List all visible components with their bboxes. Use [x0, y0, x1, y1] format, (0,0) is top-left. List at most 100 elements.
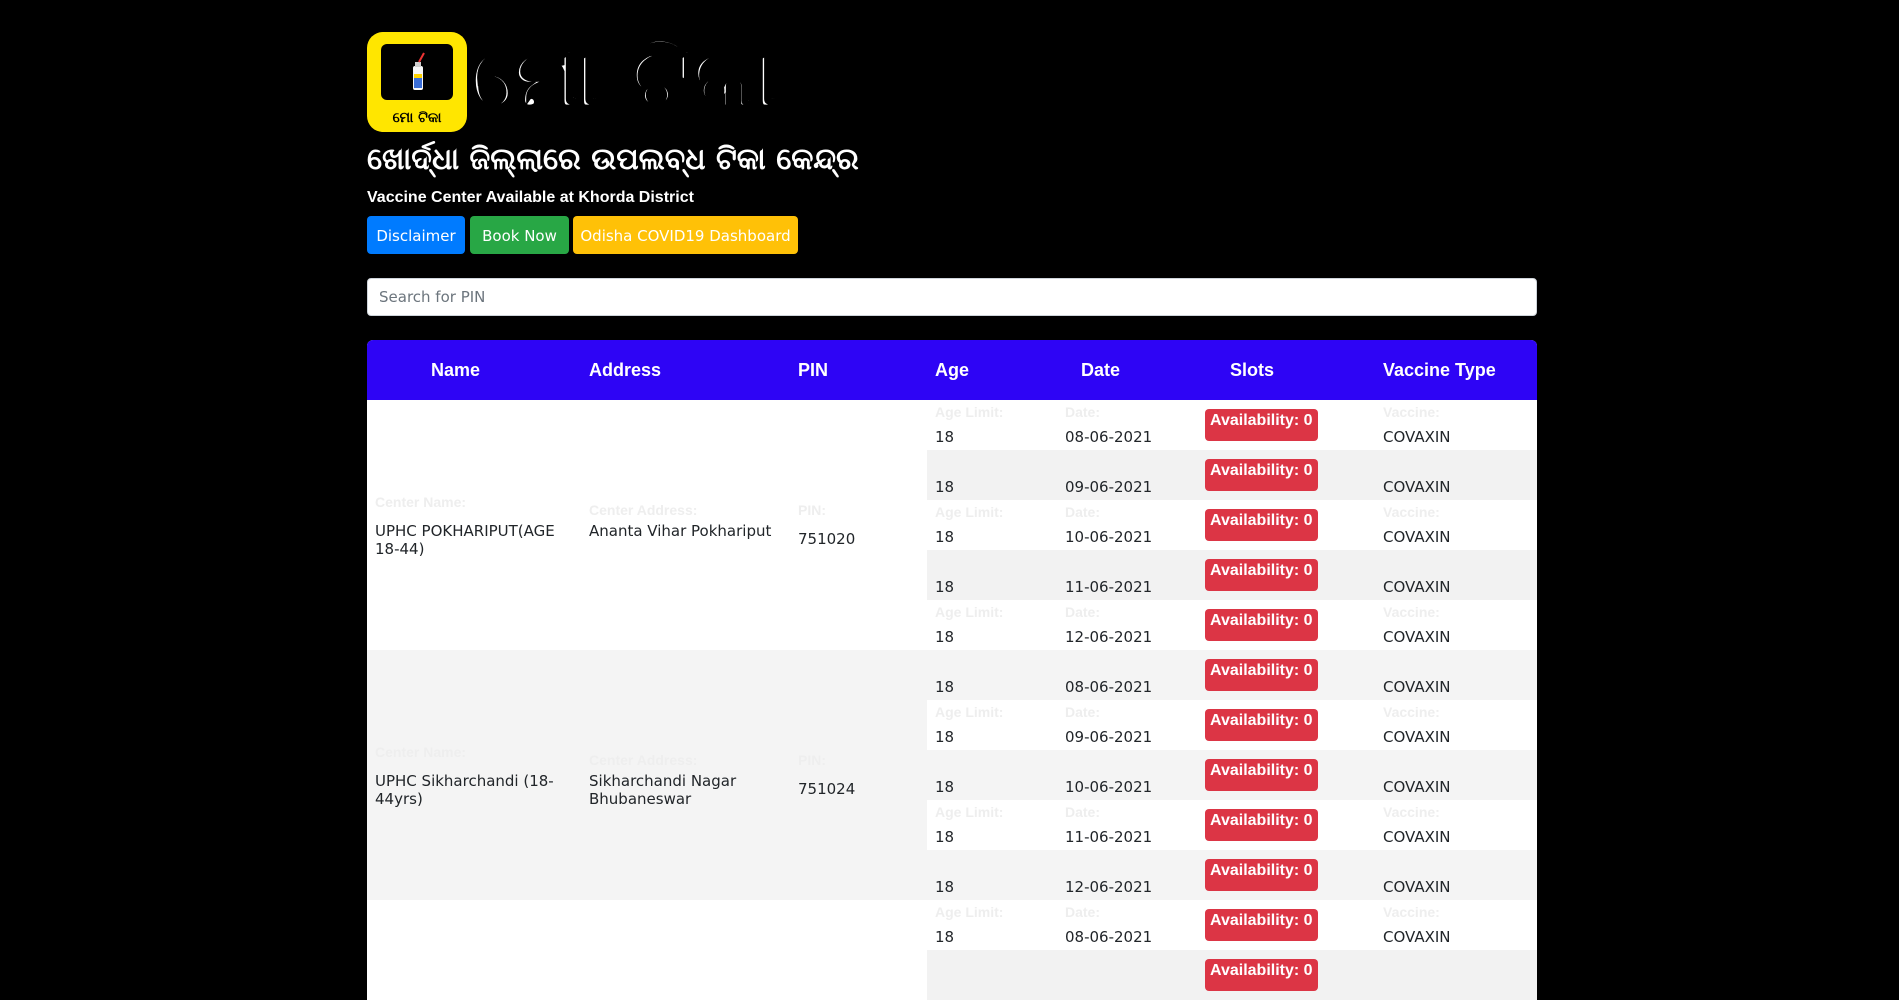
session-vaccine: COVAXIN: [1383, 828, 1451, 846]
page-subtitle-odia: ଖୋର୍ଦ୍ଧା ଜିଲ୍ଲାରେ ଉପଲବ୍ଧ ଟିକା କେନ୍ଦ୍ର: [367, 142, 859, 177]
vaccine-label: Vaccine:: [1383, 604, 1440, 620]
vaccine-label: Vaccine:: [1383, 404, 1440, 420]
availability-badge: Availability: 0: [1205, 959, 1318, 991]
age-limit-label: Age Limit:: [935, 504, 1004, 520]
age-limit-label: Age Limit:: [935, 704, 1004, 720]
col-header-pin[interactable]: PIN: [798, 340, 828, 400]
vaccine-vial-icon: [413, 52, 425, 90]
session-date: 10-06-2021: [1065, 778, 1153, 796]
session-vaccine: COVAXIN: [1383, 478, 1451, 496]
session-row: 18 12-06-2021 COVAXIN Availability: 0: [927, 850, 1537, 900]
session-row: Age Limit: Date: Vaccine: 18 08-06-2021 COVAX…: [927, 400, 1537, 450]
availability-badge: Availability: 0: [1205, 809, 1318, 841]
session-age: 18: [935, 878, 955, 896]
col-header-name[interactable]: Name: [431, 340, 480, 400]
book-now-button[interactable]: Book Now: [470, 216, 569, 254]
col-header-age[interactable]: Age: [935, 340, 969, 400]
session-row: 18 11-06-2021 COVAXIN Availability: 0: [927, 550, 1537, 600]
age-limit-label: Age Limit:: [935, 604, 1004, 620]
center-pin: 751024: [798, 780, 856, 798]
availability-badge: Availability: 0: [1205, 909, 1318, 941]
page-subtitle-english: Vaccine Center Available at Khorda Distr…: [367, 189, 694, 206]
table-row: Center Name: UPHC POKHARIPUT(AGE 18-44) Ce…: [367, 400, 1537, 650]
vaccine-label: Vaccine:: [1383, 704, 1440, 720]
center-address-label: Center Address:: [589, 752, 698, 768]
session-row: Age Limit: Date: Vaccine: 18 08-06-2021 COVAX…: [927, 900, 1537, 950]
session-date: 08-06-2021: [1065, 428, 1153, 446]
session-vaccine: COVAXIN: [1383, 728, 1451, 746]
session-row: 18 09-06-2021 COVAXIN Availability: 0: [927, 450, 1537, 500]
session-row: 18 10-06-2021 COVAXIN Availability: 0: [927, 750, 1537, 800]
availability-badge: Availability: 0: [1205, 459, 1318, 491]
vaccine-label: Vaccine:: [1383, 504, 1440, 520]
table-header: Name Address PIN Age Date Slots Vaccine …: [367, 340, 1537, 400]
date-label: Date:: [1065, 804, 1101, 820]
session-age: 18: [935, 728, 955, 746]
pin-label: PIN:: [798, 502, 826, 518]
app-title: ମୋ ଟିକା: [469, 27, 778, 129]
availability-badge: Availability: 0: [1205, 509, 1318, 541]
disclaimer-button[interactable]: Disclaimer: [367, 216, 465, 254]
table-row: Center Name: UPHC Sikharchandi (18-44yrs)…: [367, 650, 1537, 900]
date-label: Date:: [1065, 904, 1101, 920]
date-label: Date:: [1065, 404, 1101, 420]
logo-badge: [381, 44, 453, 100]
date-label: Date:: [1065, 504, 1101, 520]
vaccine-label: Vaccine:: [1383, 904, 1440, 920]
age-limit-label: Age Limit:: [935, 804, 1004, 820]
session-row: Availability: 0: [927, 950, 1537, 1000]
session-age: 18: [935, 778, 955, 796]
pin-search-input[interactable]: [367, 278, 1537, 316]
session-date: 09-06-2021: [1065, 478, 1153, 496]
session-age: 18: [935, 478, 955, 496]
vaccine-label: Vaccine:: [1383, 804, 1440, 820]
center-name: UPHC Sikharchandi (18-44yrs): [375, 772, 554, 808]
center-name-label: Center Name:: [375, 744, 467, 760]
session-age: 18: [935, 428, 955, 446]
availability-badge: Availability: 0: [1205, 859, 1318, 891]
age-limit-label: Age Limit:: [935, 904, 1004, 920]
availability-badge: Availability: 0: [1205, 759, 1318, 791]
session-date: 10-06-2021: [1065, 528, 1153, 546]
session-age: 18: [935, 678, 955, 696]
table-row: Age Limit: Date: Vaccine: 18 08-06-2021 COVAX…: [367, 900, 1537, 1000]
session-age: 18: [935, 578, 955, 596]
session-vaccine: COVAXIN: [1383, 578, 1451, 596]
session-row: Age Limit: Date: Vaccine: 18 11-06-2021 COVAX…: [927, 800, 1537, 850]
col-header-vaccine[interactable]: Vaccine Type: [1383, 340, 1496, 400]
session-date: 08-06-2021: [1065, 678, 1153, 696]
session-vaccine: COVAXIN: [1383, 628, 1451, 646]
session-row: Age Limit: Date: Vaccine: 18 12-06-2021 COVAX…: [927, 600, 1537, 650]
session-vaccine: COVAXIN: [1383, 528, 1451, 546]
session-date: 11-06-2021: [1065, 578, 1153, 596]
dashboard-button[interactable]: Odisha COVID19 Dashboard: [573, 216, 798, 254]
availability-badge: Availability: 0: [1205, 559, 1318, 591]
vaccine-center-table: Name Address PIN Age Date Slots Vaccine …: [367, 340, 1537, 1000]
age-limit-label: Age Limit:: [935, 404, 1004, 420]
session-age: 18: [935, 828, 955, 846]
col-header-slots[interactable]: Slots: [1230, 340, 1274, 400]
center-name-label: Center Name:: [375, 494, 467, 510]
col-header-address[interactable]: Address: [589, 340, 661, 400]
session-row: 18 08-06-2021 COVAXIN Availability: 0: [927, 650, 1537, 700]
col-header-date[interactable]: Date: [1081, 340, 1120, 400]
session-date: 11-06-2021: [1065, 828, 1153, 846]
session-age: 18: [935, 628, 955, 646]
date-label: Date:: [1065, 704, 1101, 720]
session-row: Age Limit: Date: Vaccine: 18 09-06-2021 COVAX…: [927, 700, 1537, 750]
availability-badge: Availability: 0: [1205, 409, 1318, 441]
session-vaccine: COVAXIN: [1383, 778, 1451, 796]
session-date: 12-06-2021: [1065, 628, 1153, 646]
brand-header: ମୋ ଟିକା ମୋ ଟିକା: [367, 27, 1067, 132]
availability-badge: Availability: 0: [1205, 709, 1318, 741]
session-age: 18: [935, 528, 955, 546]
availability-badge: Availability: 0: [1205, 609, 1318, 641]
center-address: Sikharchandi Nagar Bhubaneswar: [589, 772, 737, 808]
session-vaccine: COVAXIN: [1383, 678, 1451, 696]
center-pin: 751020: [798, 530, 856, 548]
session-vaccine: COVAXIN: [1383, 878, 1451, 896]
table-body: Center Name: UPHC POKHARIPUT(AGE 18-44) Ce…: [367, 400, 1537, 1000]
pin-label: PIN:: [798, 752, 826, 768]
app-logo[interactable]: ମୋ ଟିକା: [367, 32, 467, 132]
session-date: 12-06-2021: [1065, 878, 1153, 896]
